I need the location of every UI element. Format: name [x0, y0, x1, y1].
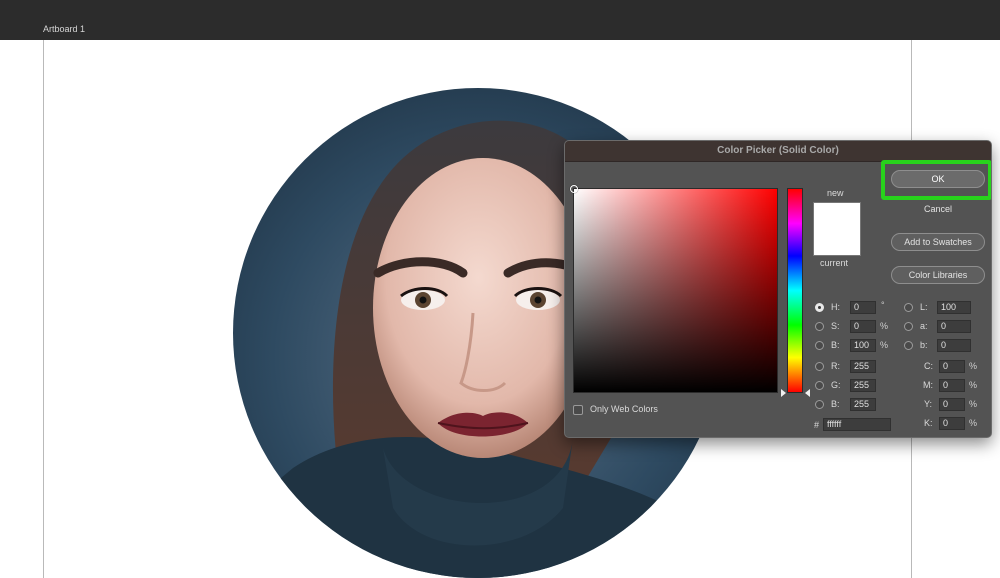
yellow-unit: %: [969, 399, 978, 409]
cyan-label: C:: [924, 361, 933, 371]
blue-radio[interactable]: [815, 400, 824, 409]
blue-input[interactable]: 255: [850, 398, 876, 411]
hex-label: #: [814, 420, 820, 430]
color-libraries-button[interactable]: Color Libraries: [891, 266, 985, 284]
lab-l-input[interactable]: 100: [937, 301, 971, 314]
saturation-unit: %: [880, 321, 889, 331]
green-input[interactable]: 255: [850, 379, 876, 392]
black-label: K:: [924, 418, 933, 428]
brightness-input[interactable]: 100: [850, 339, 876, 352]
lab-l-radio[interactable]: [904, 303, 913, 312]
red-input[interactable]: 255: [850, 360, 876, 373]
hue-slider-handle-left[interactable]: [781, 389, 786, 397]
lab-b-radio[interactable]: [904, 341, 913, 350]
hue-input[interactable]: 0: [850, 301, 876, 314]
color-swatch-preview[interactable]: [813, 202, 861, 256]
saturation-label: S:: [831, 321, 840, 331]
hue-label: H:: [831, 302, 840, 312]
brightness-unit: %: [880, 340, 889, 350]
red-radio[interactable]: [815, 362, 824, 371]
cyan-input[interactable]: 0: [939, 360, 965, 373]
black-unit: %: [969, 418, 978, 428]
cancel-button[interactable]: Cancel: [891, 200, 985, 218]
brightness-radio[interactable]: [815, 341, 824, 350]
dialog-titlebar[interactable]: Color Picker (Solid Color): [565, 141, 991, 162]
color-picker-dialog[interactable]: Color Picker (Solid Color) new current O…: [564, 140, 992, 438]
dialog-title: Color Picker (Solid Color): [717, 145, 839, 156]
color-field-marker[interactable]: [570, 185, 578, 193]
red-label: R:: [831, 361, 840, 371]
lab-l-label: L:: [920, 302, 928, 312]
hue-slider-handle-right[interactable]: [805, 389, 810, 397]
green-label: G:: [831, 380, 841, 390]
saturation-input[interactable]: 0: [850, 320, 876, 333]
artboard-edge-left: [43, 40, 44, 578]
magenta-unit: %: [969, 380, 978, 390]
cyan-unit: %: [969, 361, 978, 371]
yellow-label: Y:: [924, 399, 933, 409]
only-web-colors-checkbox[interactable]: [573, 405, 583, 415]
green-radio[interactable]: [815, 381, 824, 390]
yellow-input[interactable]: 0: [939, 398, 965, 411]
lab-b-input[interactable]: 0: [937, 339, 971, 352]
hue-slider[interactable]: [787, 188, 803, 393]
blue-label: B:: [831, 399, 840, 409]
brightness-label: B:: [831, 340, 840, 350]
artboard-label[interactable]: Artboard 1: [43, 24, 85, 34]
ok-button[interactable]: OK: [891, 170, 985, 188]
add-to-swatches-button[interactable]: Add to Swatches: [891, 233, 985, 251]
saturation-radio[interactable]: [815, 322, 824, 331]
lab-a-radio[interactable]: [904, 322, 913, 331]
lab-a-label: a:: [920, 321, 928, 331]
black-input[interactable]: 0: [939, 417, 965, 430]
saturation-brightness-field[interactable]: [570, 185, 778, 393]
hue-radio[interactable]: [815, 303, 824, 312]
magenta-label: M:: [923, 380, 933, 390]
hex-input[interactable]: ffffff: [823, 418, 891, 431]
only-web-colors-label[interactable]: Only Web Colors: [590, 404, 658, 414]
lab-a-input[interactable]: 0: [937, 320, 971, 333]
swatch-current-label: current: [820, 258, 849, 268]
swatch-new-label: new: [827, 188, 844, 198]
magenta-input[interactable]: 0: [939, 379, 965, 392]
lab-b-label: b:: [920, 340, 928, 350]
document-tab-bar: Artboard 1: [0, 0, 1000, 40]
hue-unit: °: [881, 300, 885, 310]
